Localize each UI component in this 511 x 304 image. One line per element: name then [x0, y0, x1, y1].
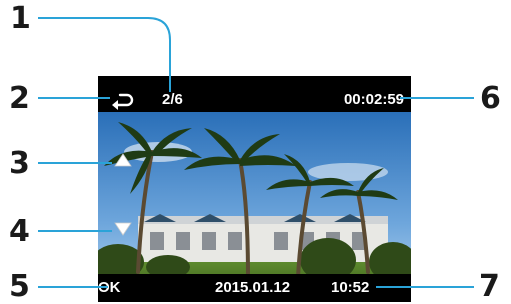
resort-scene-image [98, 112, 411, 298]
recording-time: 10:52 [331, 279, 370, 296]
triangle-down-icon[interactable] [114, 221, 132, 236]
callout-number-3: 3 [9, 146, 30, 181]
ok-button[interactable]: OK [98, 279, 121, 297]
triangle-up-icon[interactable] [114, 152, 132, 167]
return-arrow-icon[interactable] [109, 89, 135, 111]
callout-number-7: 7 [479, 269, 500, 304]
video-thumbnail-preview [98, 112, 411, 298]
callout-number-5: 5 [9, 269, 30, 304]
callout-number-2: 2 [9, 81, 30, 116]
recording-date: 2015.01.12 [215, 279, 291, 296]
callout-number-4: 4 [9, 214, 30, 249]
callout-number-6: 6 [480, 81, 501, 116]
playback-screen: 2/6 00:02:59 OK 2015.01.12 10:52 [98, 76, 411, 302]
video-duration: 00:02:59 [343, 91, 404, 108]
callout-number-1: 1 [10, 1, 31, 36]
file-counter: 2/6 [162, 91, 183, 108]
